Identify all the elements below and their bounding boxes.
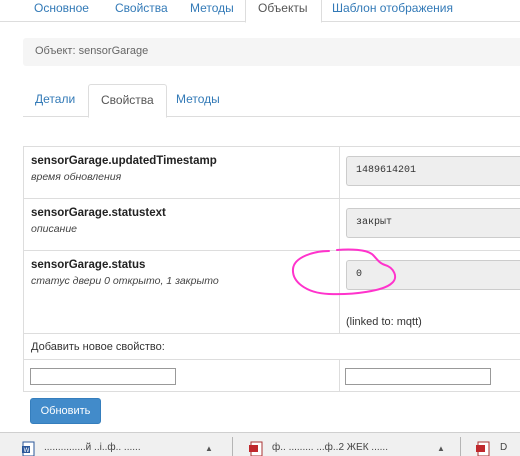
property-description: описание [31,223,78,235]
object-breadcrumb: Объект: sensorGarage [23,38,520,66]
subtab-properties[interactable]: Свойства [88,84,167,118]
linked-note: (linked to: mqtt) [346,316,422,328]
pdf-icon [249,441,263,456]
sub-tab-bar: Детали Свойства Методы [23,84,520,118]
new-property-value-input[interactable] [345,368,491,385]
add-property-label: Добавить новое свойство: [31,341,165,353]
new-property-row [23,360,520,392]
taskbar: W ...............й ..і..ф.. ...... ▲ ф..… [0,432,520,456]
word-doc-icon: W [22,441,35,456]
top-tab-bar: Основное Свойства Методы Объекты Шаблон … [0,0,520,23]
annotation-circle [291,248,396,296]
taskbar-item-label[interactable]: ф.. ......... ...ф..2 ЖЕК ...... [272,442,432,456]
property-name: sensorGarage.statustext [31,207,166,219]
table-row: sensorGarage.statustext описание закрыт [23,199,520,251]
properties-table: sensorGarage.updatedTimestamp время обно… [23,146,520,392]
tab-objects[interactable]: Объекты [245,0,322,23]
chevron-up-icon[interactable]: ▲ [437,444,445,453]
property-value-input[interactable]: 1489614201 [346,156,520,186]
property-description: время обновления [31,171,122,183]
subtab-methods[interactable]: Методы [176,84,220,117]
taskbar-item-label[interactable]: ...............й ..і..ф.. ...... [44,442,194,456]
property-description: статус двери 0 открыто, 1 закрыто [31,275,219,287]
subtab-details[interactable]: Детали [35,84,75,117]
property-name: sensorGarage.updatedTimestamp [31,155,217,167]
pdf-icon [476,441,490,456]
add-property-row: Добавить новое свойство: [23,334,520,360]
chevron-up-icon[interactable]: ▲ [205,444,213,453]
update-button[interactable]: Обновить [30,398,101,424]
property-value-input[interactable]: закрыт [346,208,520,238]
svg-text:W: W [24,447,30,454]
tab-methods[interactable]: Методы [190,0,234,22]
tab-properties[interactable]: Свойства [115,0,168,22]
tab-main[interactable]: Основное [34,0,89,22]
table-row: sensorGarage.status статус двери 0 откры… [23,251,520,334]
object-label: Объект: sensorGarage [35,45,149,57]
tab-display-template[interactable]: Шаблон отображения [332,0,453,22]
new-property-name-input[interactable] [30,368,176,385]
table-row: sensorGarage.updatedTimestamp время обно… [23,147,520,199]
taskbar-item-label[interactable]: D [500,442,518,456]
property-name: sensorGarage.status [31,259,146,271]
